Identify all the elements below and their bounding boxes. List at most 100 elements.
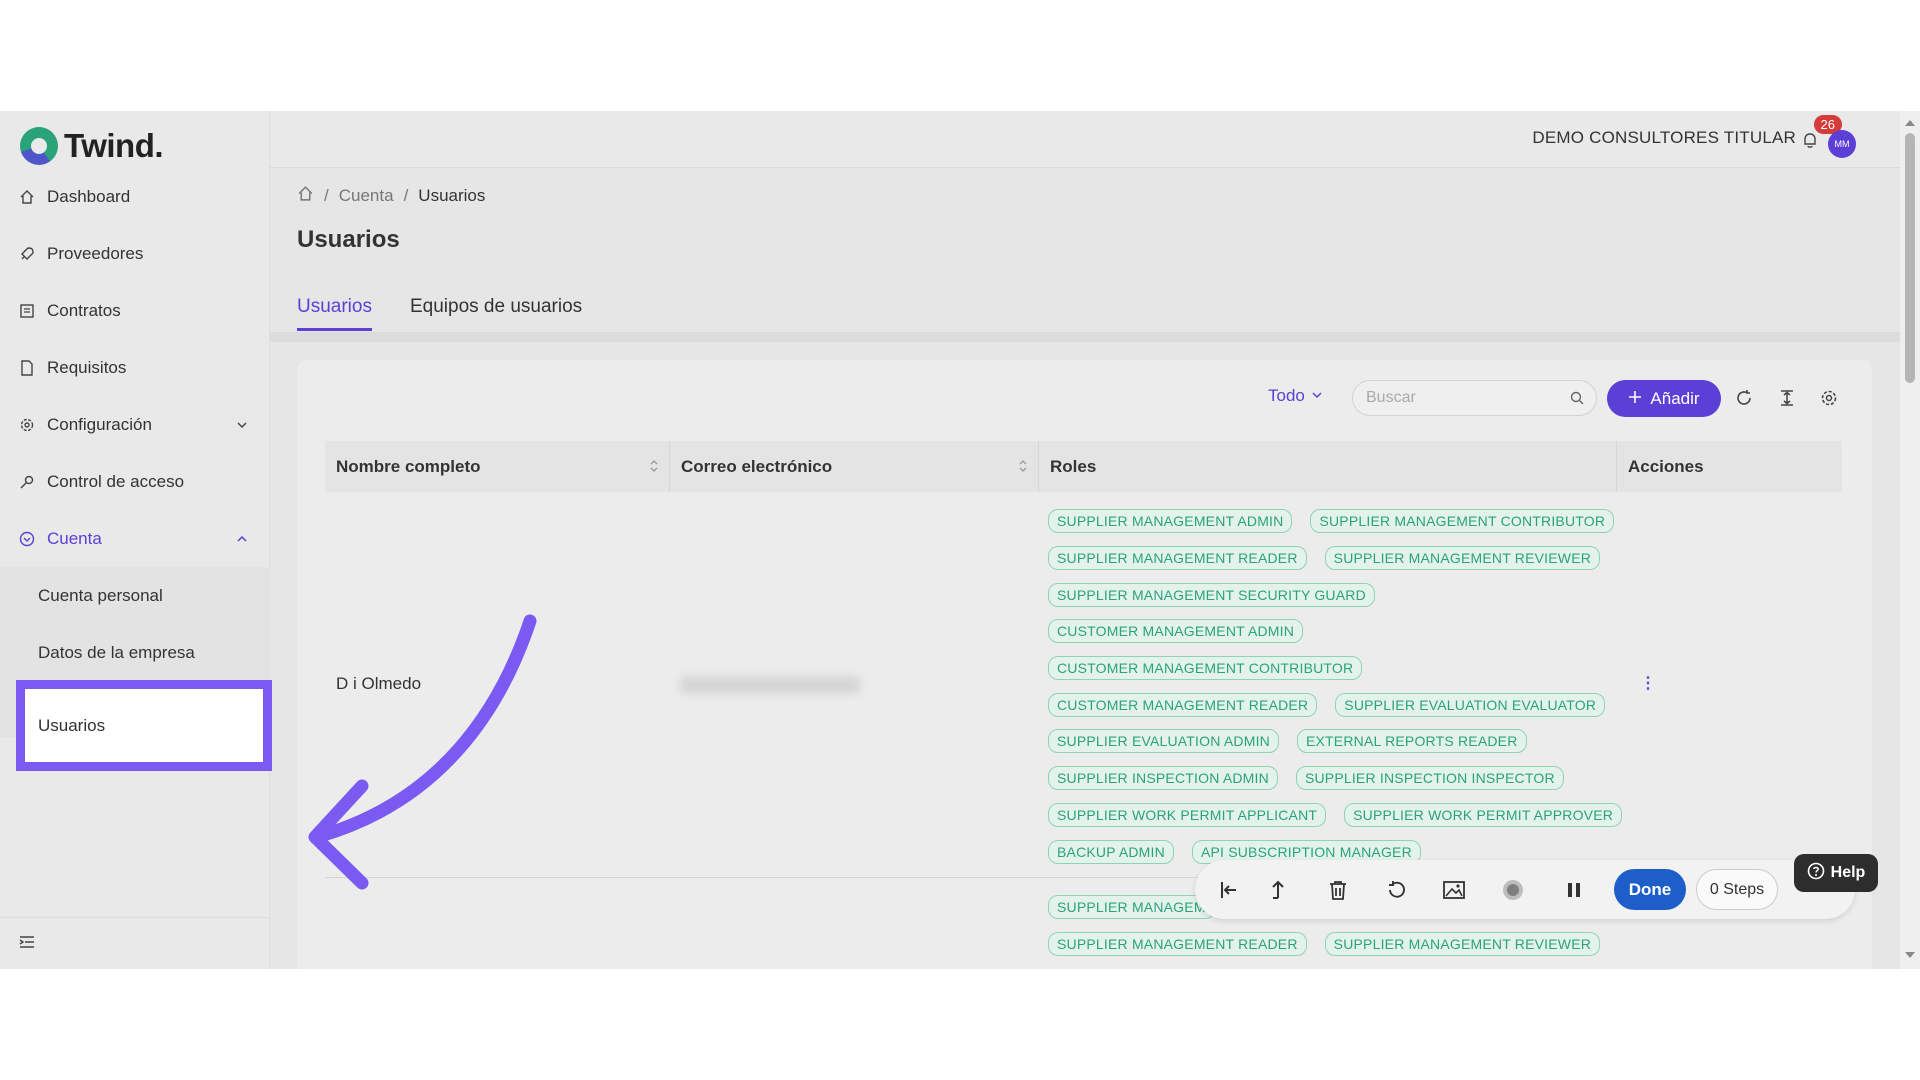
chevron-up-icon: [236, 530, 248, 550]
role-tag: SUPPLIER MANAGEMENT SECURITY GUARD: [1048, 582, 1375, 607]
row-actions-kebab-icon[interactable]: ⋮: [1640, 673, 1656, 693]
home-icon[interactable]: [297, 185, 314, 207]
search-icon[interactable]: [1570, 391, 1584, 410]
chevron-down-icon: [1311, 386, 1323, 406]
rocket-icon: [19, 246, 35, 262]
sidebar: Twind. Dashboard Proveedores Contratos R…: [0, 111, 272, 969]
logo[interactable]: Twind.: [20, 127, 164, 165]
logo-mark-icon: [20, 127, 58, 165]
done-button[interactable]: Done: [1614, 869, 1686, 910]
account-icon: [19, 531, 35, 547]
column-header-label: Roles: [1050, 456, 1097, 476]
add-user-button[interactable]: Añadir: [1607, 380, 1721, 417]
sidebar-subitem-cuenta-personal[interactable]: Cuenta personal: [0, 567, 270, 624]
avatar[interactable]: MM: [1828, 130, 1856, 158]
role-tag: EXTERNAL REPORTS READER: [1296, 729, 1527, 754]
role-tag: SUPPLIER MANAGEMENT ADMIN: [1048, 509, 1293, 534]
user-email-redacted: [680, 676, 860, 694]
role-tag: CUSTOMER MANAGEMENT ADMIN: [1048, 619, 1304, 644]
page-scrollbar[interactable]: [1900, 111, 1920, 969]
sidebar-item-label: Configuración: [47, 414, 152, 434]
sidebar-item-label: Proveedores: [47, 243, 144, 263]
role-tag: BACKUP ADMIN: [1048, 839, 1174, 864]
undo-icon[interactable]: [1384, 878, 1408, 902]
blur-icon[interactable]: [1501, 878, 1525, 902]
sidebar-subitem-label: Usuarios: [38, 716, 106, 735]
scrollbar-thumb[interactable]: [1905, 133, 1915, 383]
role-tag: CUSTOMER MANAGEMENT READER: [1048, 692, 1318, 717]
plus-icon: [1628, 389, 1642, 409]
bell-icon[interactable]: [1802, 131, 1818, 154]
filter-dropdown[interactable]: Todo: [1268, 386, 1323, 406]
sidebar-subitem-usuarios[interactable]: Usuarios: [16, 680, 272, 771]
chevron-down-icon: [236, 416, 248, 436]
app-window: Twind. Dashboard Proveedores Contratos R…: [0, 111, 1920, 969]
role-tag: SUPPLIER WORK PERMIT APPLICANT: [1048, 802, 1327, 827]
file-icon: [19, 359, 35, 376]
pause-icon[interactable]: [1562, 878, 1586, 902]
column-header-correo[interactable]: Correo electrónico: [669, 441, 1038, 492]
move-up-icon[interactable]: [1266, 878, 1290, 902]
role-tag: SUPPLIER EVALUATION ADMIN: [1048, 729, 1279, 754]
role-tag: SUPPLIER INSPECTION ADMIN: [1048, 766, 1278, 791]
role-tag: SUPPLIER MANAGEMENT READER: [1048, 932, 1307, 957]
home-icon: [19, 189, 35, 205]
help-button[interactable]: Help: [1794, 854, 1878, 892]
key-icon: [19, 474, 35, 490]
gear-icon: [19, 417, 35, 433]
page-title: Usuarios: [297, 226, 400, 253]
scroll-down-icon[interactable]: [1904, 947, 1916, 965]
tab-usuarios[interactable]: Usuarios: [297, 296, 372, 331]
role-tag: SUPPLIER EVALUATION EVALUATOR: [1335, 692, 1606, 717]
column-header-roles: Roles: [1038, 441, 1616, 492]
sidebar-item-contratos[interactable]: Contratos: [0, 282, 270, 339]
add-button-label: Añadir: [1650, 388, 1700, 408]
breadcrumb-separator: /: [324, 186, 329, 205]
trash-icon[interactable]: [1326, 878, 1350, 902]
breadcrumb: / Cuenta / Usuarios: [297, 185, 485, 207]
sidebar-item-control-acceso[interactable]: Control de acceso: [0, 453, 270, 510]
sidebar-item-proveedores[interactable]: Proveedores: [0, 225, 270, 282]
tabs: Usuarios Equipos de usuarios: [297, 296, 582, 331]
skip-to-start-icon[interactable]: [1217, 878, 1241, 902]
refresh-icon[interactable]: [1733, 387, 1755, 409]
tabs-divider: [270, 332, 1900, 342]
search-input[interactable]: [1353, 381, 1553, 415]
sidebar-item-configuracion[interactable]: Configuración: [0, 396, 270, 453]
sort-icon[interactable]: [1018, 458, 1028, 479]
column-header-label: Nombre completo: [336, 456, 481, 476]
sidebar-subitem-datos-empresa[interactable]: Datos de la empresa: [0, 624, 270, 681]
role-tag: CUSTOMER MANAGEMENT CONTRIBUTOR: [1048, 656, 1363, 681]
role-tag: SUPPLIER WORK PERMIT APPROVER: [1344, 802, 1623, 827]
sidebar-item-cuenta[interactable]: Cuenta: [0, 510, 270, 567]
role-tag: SUPPLIER MANAGEM: [1048, 895, 1215, 920]
sidebar-footer: [0, 917, 270, 969]
breadcrumb-cuenta[interactable]: Cuenta: [339, 186, 394, 206]
settings-icon[interactable]: [1818, 387, 1840, 409]
column-header-acciones: Acciones: [1616, 441, 1842, 492]
breadcrumb-current: Usuarios: [418, 186, 486, 205]
sort-icon[interactable]: [649, 458, 659, 479]
steps-counter-button[interactable]: 0 Steps: [1696, 869, 1778, 910]
image-icon[interactable]: [1442, 878, 1466, 902]
column-header-nombre[interactable]: Nombre completo: [325, 441, 669, 492]
scroll-up-icon[interactable]: [1904, 115, 1916, 133]
filter-value: Todo: [1268, 386, 1305, 405]
help-label: Help: [1830, 864, 1866, 881]
contract-icon: [19, 303, 35, 319]
sidebar-item-label: Requisitos: [47, 357, 127, 377]
role-tag: SUPPLIER MANAGEMENT REVIEWER: [1324, 546, 1601, 571]
sidebar-item-requisitos[interactable]: Requisitos: [0, 339, 270, 396]
column-header-label: Correo electrónico: [681, 456, 833, 476]
role-tag: SUPPLIER MANAGEMENT REVIEWER: [1324, 932, 1601, 957]
logo-text: Twind.: [64, 127, 164, 164]
search-box: [1352, 380, 1597, 416]
sidebar-item-dashboard[interactable]: Dashboard: [0, 168, 270, 225]
tab-equipos-usuarios[interactable]: Equipos de usuarios: [410, 296, 582, 331]
collapse-menu-icon[interactable]: [19, 934, 35, 955]
role-tag: SUPPLIER MANAGEMENT CONTRIBUTOR: [1310, 509, 1615, 534]
organization-name[interactable]: DEMO CONSULTORES TITULAR: [1532, 128, 1796, 148]
help-circle-icon: [1807, 862, 1825, 885]
column-height-icon[interactable]: [1776, 387, 1798, 409]
sidebar-item-label: Contratos: [47, 300, 121, 320]
